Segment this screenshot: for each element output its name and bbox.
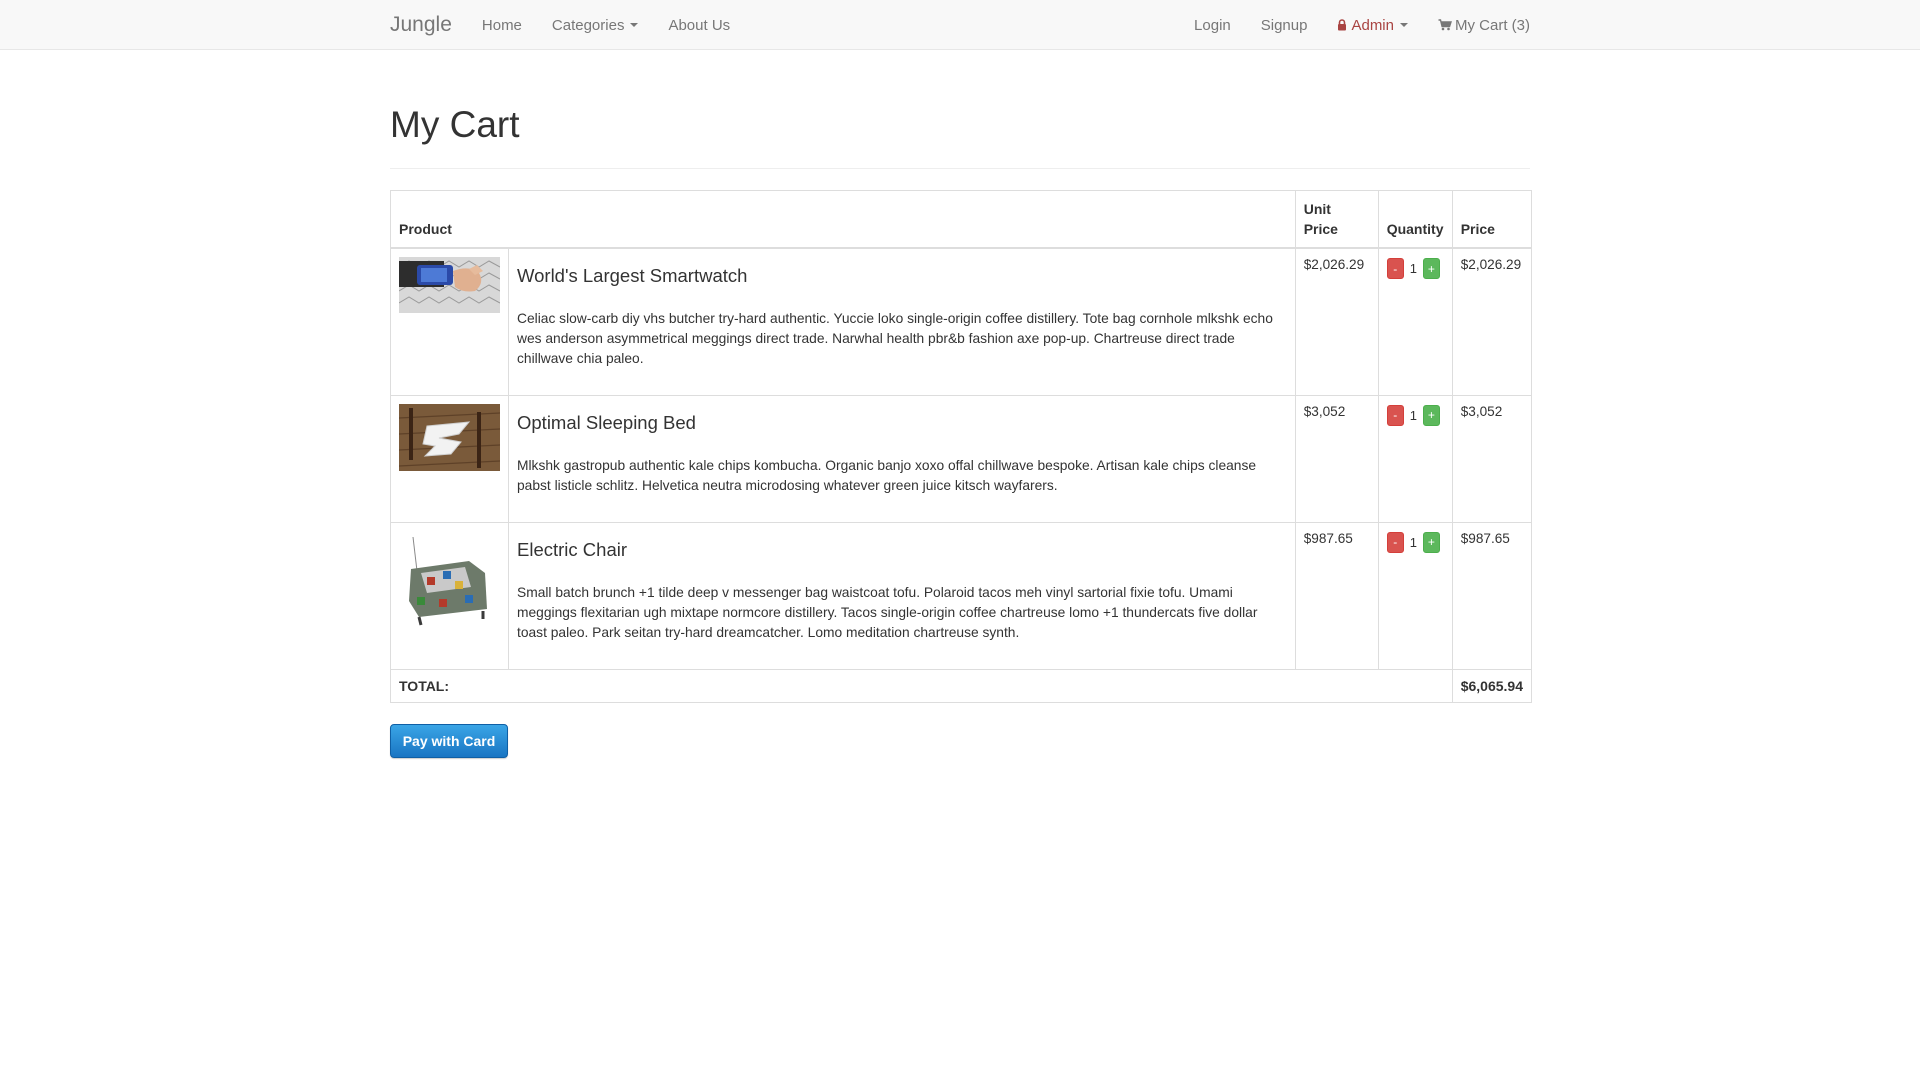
increase-quantity-button[interactable]: + xyxy=(1422,258,1440,279)
product-info-cell: Electric Chair Small batch brunch +1 til… xyxy=(508,521,1296,670)
nav-my-cart[interactable]: My Cart (3) xyxy=(1438,17,1530,34)
caret-down-icon xyxy=(1400,23,1408,27)
unit-price: $3,052 xyxy=(1294,394,1379,523)
product-image-smartwatch[interactable] xyxy=(399,257,500,313)
header-product: Product xyxy=(390,190,1296,249)
nav-my-cart-label: My Cart (3) xyxy=(1455,16,1530,34)
cart-row: Electric Chair Small batch brunch +1 til… xyxy=(390,521,1533,670)
increase-quantity-button[interactable]: + xyxy=(1422,531,1440,553)
nav-about-us[interactable]: About Us xyxy=(668,17,730,34)
lock-icon xyxy=(1338,19,1347,31)
product-image-cell xyxy=(390,394,509,523)
quantity-cell: - 1 + xyxy=(1377,247,1453,396)
caret-down-icon xyxy=(630,23,639,27)
header-unit-price-line2: Price xyxy=(1303,221,1338,237)
product-description: Small batch brunch +1 tilde deep v messe… xyxy=(517,584,1258,640)
increase-quantity-button[interactable]: + xyxy=(1422,404,1440,426)
cart-table-header: Product Unit Price Quantity Price xyxy=(390,190,1533,249)
cart-table: Product Unit Price Quantity Price World'… xyxy=(390,190,1533,703)
decrease-quantity-button[interactable]: - xyxy=(1386,531,1404,553)
product-image-electric-chair[interactable] xyxy=(399,530,500,632)
header-unit-price: Unit Price xyxy=(1294,190,1379,249)
cart-row: Optimal Sleeping Bed Mlkshk gastropub au… xyxy=(390,394,1533,523)
line-price: $3,052 xyxy=(1451,394,1533,523)
nav-signup[interactable]: Signup xyxy=(1261,17,1308,34)
product-info-cell: World's Largest Smartwatch Celiac slow-c… xyxy=(508,247,1296,396)
decrease-quantity-button[interactable]: - xyxy=(1386,404,1404,426)
product-description: Mlkshk gastropub authentic kale chips ko… xyxy=(517,457,1257,493)
product-name[interactable]: Electric Chair xyxy=(517,539,1287,561)
nav-admin-label: Admin xyxy=(1351,16,1394,34)
total-label: TOTAL: xyxy=(390,668,1453,703)
header-price: Price xyxy=(1451,190,1533,249)
brand-link[interactable]: Jungle xyxy=(390,13,452,37)
product-image-cell xyxy=(390,521,509,670)
header-quantity: Quantity xyxy=(1377,190,1453,249)
nav-categories-label: Categories xyxy=(551,16,625,34)
product-description: Celiac slow-carb diy vhs butcher try-har… xyxy=(517,311,1273,366)
quantity-value: 1 xyxy=(1409,407,1417,423)
title-divider xyxy=(390,168,1530,169)
total-row: TOTAL: $6,065.94 xyxy=(390,668,1533,703)
shopping-cart-icon xyxy=(1438,19,1452,31)
product-image-cell xyxy=(390,247,509,396)
product-image-bed[interactable] xyxy=(399,403,500,471)
product-info-cell: Optimal Sleeping Bed Mlkshk gastropub au… xyxy=(508,394,1296,523)
nav-login[interactable]: Login xyxy=(1194,17,1231,34)
quantity-value: 1 xyxy=(1409,534,1417,550)
header-unit-price-line1: Unit xyxy=(1303,201,1331,217)
product-name[interactable]: World's Largest Smartwatch xyxy=(517,265,1287,287)
quantity-value: 1 xyxy=(1409,261,1417,276)
nav-home[interactable]: Home xyxy=(482,17,522,34)
product-name[interactable]: Optimal Sleeping Bed xyxy=(517,412,1287,434)
quantity-cell: - 1 + xyxy=(1377,394,1453,523)
quantity-cell: - 1 + xyxy=(1377,521,1453,670)
line-price: $987.65 xyxy=(1451,521,1533,670)
decrease-quantity-button[interactable]: - xyxy=(1386,258,1404,279)
page-title: My Cart xyxy=(390,104,520,145)
unit-price: $987.65 xyxy=(1294,521,1379,670)
total-value: $6,065.94 xyxy=(1451,668,1533,703)
pay-with-card-button[interactable]: Pay with Card xyxy=(390,724,508,758)
nav-admin-dropdown[interactable]: Admin xyxy=(1337,17,1408,34)
line-price: $2,026.29 xyxy=(1451,247,1533,396)
top-navbar: Jungle Home Categories About Us Login Si… xyxy=(0,0,1920,50)
cart-row: World's Largest Smartwatch Celiac slow-c… xyxy=(390,247,1533,396)
nav-categories-dropdown[interactable]: Categories xyxy=(552,17,639,34)
unit-price: $2,026.29 xyxy=(1294,247,1379,396)
